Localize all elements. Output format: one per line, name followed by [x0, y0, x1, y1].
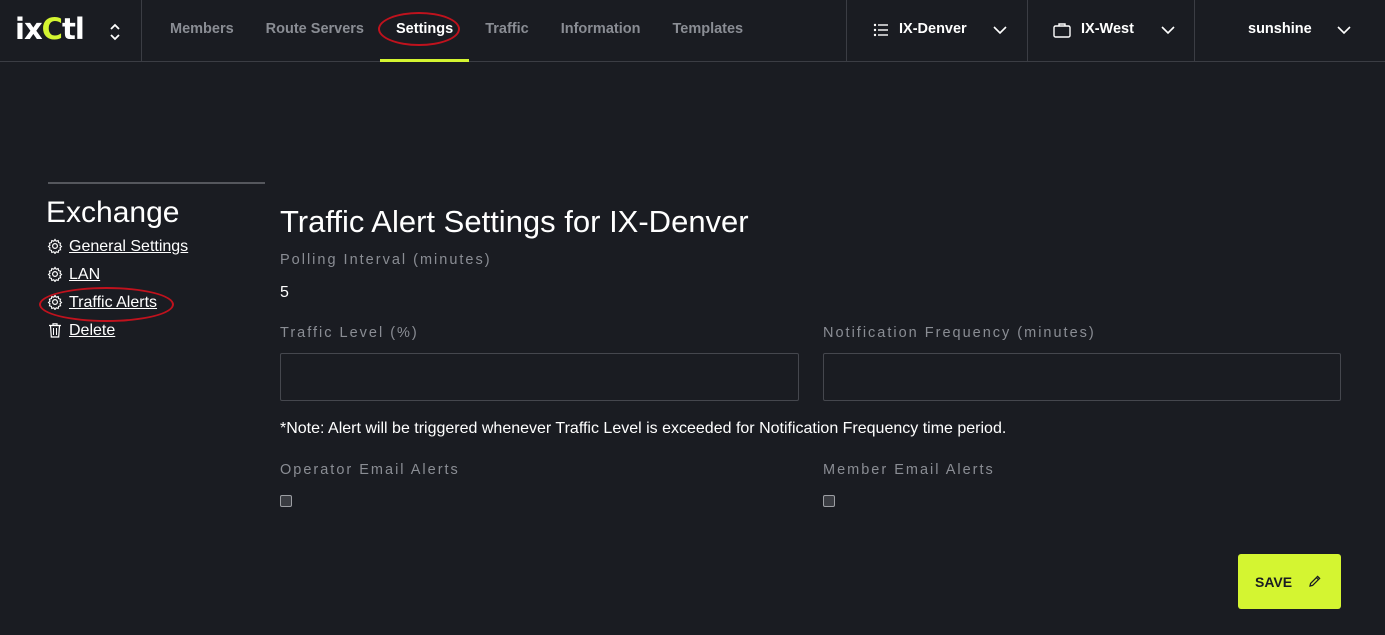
gear-icon	[47, 294, 63, 310]
traffic-level-label: Traffic Level (%)	[280, 325, 419, 341]
top-bar: ixCtl Members Route Servers Settings Tra…	[0, 0, 1385, 62]
gear-icon	[47, 266, 63, 282]
member-email-alerts-label: Member Email Alerts	[823, 462, 995, 478]
sidebar-item-label: Traffic Alerts	[69, 294, 158, 311]
exchange-selector-label: IX-Denver	[899, 21, 967, 37]
page-title: Traffic Alert Settings for IX-Denver	[280, 204, 749, 239]
save-button[interactable]: SAVE	[1238, 554, 1341, 609]
app-logo[interactable]: ixCtl	[15, 12, 85, 46]
notification-frequency-label: Notification Frequency (minutes)	[823, 325, 1096, 341]
app-switch-chevrons-icon[interactable]	[106, 21, 124, 43]
pencil-icon	[1309, 575, 1321, 587]
logo-area: ixCtl	[0, 0, 142, 62]
chevron-down-icon	[1337, 26, 1351, 35]
trash-icon	[49, 323, 61, 338]
nav-information[interactable]: Information	[545, 0, 657, 62]
chevron-down-icon	[993, 26, 1007, 35]
nav-traffic[interactable]: Traffic	[469, 0, 545, 62]
operator-email-alerts-checkbox[interactable]	[280, 495, 292, 507]
nav-settings[interactable]: Settings	[380, 0, 470, 62]
traffic-level-input[interactable]	[280, 353, 799, 401]
sidebar-item-label: LAN	[69, 266, 101, 283]
organization-selector-label: IX-West	[1081, 21, 1134, 37]
polling-interval-value: 5	[280, 284, 289, 301]
nav-route-servers[interactable]: Route Servers	[250, 0, 380, 62]
main-nav: Members Route Servers Settings Traffic I…	[154, 0, 759, 62]
sidebar-title: Exchange	[46, 196, 180, 229]
logo-text-main: ix	[15, 12, 43, 46]
logo-text-accent: C	[41, 12, 63, 46]
user-menu[interactable]: sunshine	[1194, 0, 1385, 62]
nav-members[interactable]: Members	[154, 0, 250, 62]
sidebar-divider	[48, 182, 265, 184]
nav-templates[interactable]: Templates	[656, 0, 759, 62]
organization-selector[interactable]: IX-West	[1027, 0, 1195, 62]
chevron-down-icon	[1161, 26, 1175, 35]
user-name: sunshine	[1248, 21, 1312, 37]
briefcase-icon	[1053, 23, 1071, 38]
operator-email-alerts-label: Operator Email Alerts	[280, 462, 460, 478]
save-button-label: SAVE	[1255, 574, 1293, 590]
sidebar-item-delete[interactable]: Delete	[46, 322, 246, 346]
sidebar-item-lan[interactable]: LAN	[46, 266, 246, 290]
sidebar-item-label: General Settings	[69, 238, 189, 255]
sidebar-item-label: Delete	[69, 322, 116, 339]
notification-frequency-input[interactable]	[823, 353, 1341, 401]
logo-text-tail: tl	[61, 12, 85, 46]
sidebar-item-general-settings[interactable]: General Settings	[46, 238, 246, 262]
exchange-selector[interactable]: IX-Denver	[846, 0, 1028, 62]
member-email-alerts-checkbox[interactable]	[823, 495, 835, 507]
polling-interval-label: Polling Interval (minutes)	[280, 252, 492, 268]
sidebar-item-traffic-alerts[interactable]: Traffic Alerts	[46, 294, 246, 318]
list-icon	[873, 23, 888, 37]
alert-note: *Note: Alert will be triggered whenever …	[280, 420, 1007, 437]
gear-icon	[47, 238, 63, 254]
